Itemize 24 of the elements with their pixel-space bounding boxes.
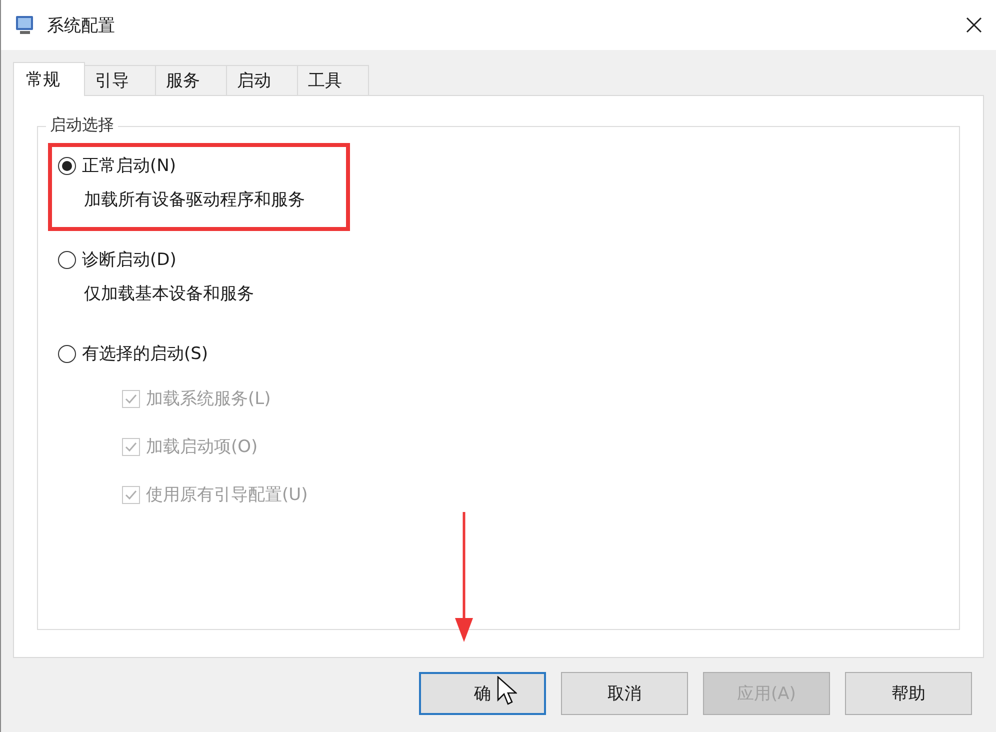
option-description: 仅加载基本设备和服务 <box>83 283 255 305</box>
tab[interactable]: 常规 <box>13 62 85 96</box>
radio-label: 有选择的启动(S) <box>82 343 208 365</box>
app-icon <box>15 15 35 35</box>
radio-label: 诊断启动(D) <box>82 249 176 271</box>
radio-button[interactable] <box>58 250 76 268</box>
arrow-icon <box>453 512 475 642</box>
tab[interactable]: 工具 <box>297 65 369 96</box>
dialog-button[interactable]: 确 <box>419 672 546 715</box>
checkbox-label: 使用原有引导配置(U) <box>146 484 308 506</box>
option-description: 加载所有设备驱动程序和服务 <box>83 189 306 211</box>
checkmark-icon <box>124 392 138 406</box>
window-title: 系统配置 <box>47 14 116 36</box>
radio-button[interactable] <box>58 344 76 362</box>
close-icon[interactable] <box>966 17 982 33</box>
checkbox-label: 加载系统服务(L) <box>146 388 271 410</box>
dialog-button[interactable]: 取消 <box>561 672 688 715</box>
dialog-button[interactable]: 帮助 <box>845 672 972 715</box>
radio-button[interactable] <box>58 156 76 174</box>
radio-label: 正常启动(N) <box>82 155 176 177</box>
cursor-icon <box>497 676 517 706</box>
checkmark-icon <box>124 440 138 454</box>
checkmark-icon <box>124 488 138 502</box>
checkbox-label: 加载启动项(O) <box>146 436 258 458</box>
